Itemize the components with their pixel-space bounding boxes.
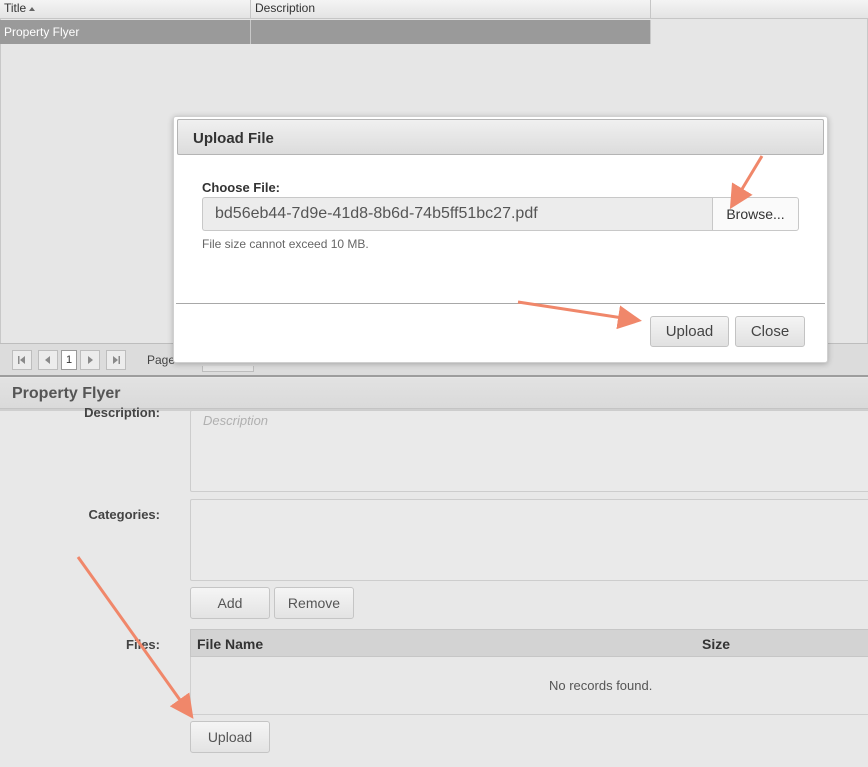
dialog-title: Upload File	[193, 130, 274, 147]
add-category-button[interactable]: Add	[190, 587, 270, 619]
sort-ascending-icon	[29, 6, 36, 11]
categories-list[interactable]	[190, 499, 868, 581]
page-size-input[interactable]	[202, 366, 254, 372]
next-page-button[interactable]	[80, 350, 100, 370]
column-header-title-label: Title	[4, 1, 27, 15]
last-page-icon	[113, 356, 120, 364]
column-header-description[interactable]: Description	[251, 0, 651, 19]
column-header-title[interactable]: Title	[0, 0, 251, 19]
row-title-cell: Property Flyer	[0, 20, 251, 44]
size-column[interactable]: Size	[702, 636, 730, 652]
previous-page-icon	[45, 356, 50, 364]
first-page-icon	[18, 356, 25, 364]
browse-button[interactable]: Browse...	[712, 197, 799, 231]
dialog-divider	[176, 303, 825, 304]
details-title: Property Flyer	[12, 385, 121, 402]
files-label: Files:	[126, 637, 160, 652]
row-description-cell	[251, 20, 651, 44]
current-page-number[interactable]: 1	[61, 350, 77, 370]
dialog-upload-button[interactable]: Upload	[650, 316, 729, 347]
file-size-hint: File size cannot exceed 10 MB.	[202, 237, 369, 251]
upload-file-button[interactable]: Upload	[190, 721, 270, 753]
dialog-close-button[interactable]: Close	[735, 316, 805, 347]
description-textarea[interactable]: Description	[190, 410, 868, 492]
categories-label: Categories:	[88, 507, 160, 522]
file-name-column[interactable]: File Name	[197, 636, 263, 652]
first-page-button[interactable]	[12, 350, 32, 370]
table-row[interactable]: Property Flyer	[0, 20, 651, 44]
file-path-input[interactable]: bd56eb44-7d9e-41d8-8b6d-74b5ff51bc27.pdf	[202, 197, 714, 231]
files-table-header: File Name Size	[190, 629, 868, 657]
grid-border	[0, 19, 1, 344]
previous-page-button[interactable]	[38, 350, 58, 370]
next-page-icon	[88, 356, 93, 364]
files-table-body: No records found.	[190, 657, 868, 715]
arrow-to-upload	[76, 556, 194, 719]
file-path-value: bd56eb44-7d9e-41d8-8b6d-74b5ff51bc27.pdf	[215, 205, 538, 222]
no-records-message: No records found.	[549, 678, 653, 693]
page-label: Page	[147, 353, 176, 367]
dialog-header: Upload File	[177, 119, 824, 155]
description-label: Description:	[84, 405, 160, 420]
column-header-description-label: Description	[255, 1, 316, 15]
grid-header: Title Description	[0, 0, 868, 19]
description-placeholder: Description	[203, 413, 269, 428]
choose-file-label: Choose File:	[202, 180, 281, 195]
remove-category-button[interactable]: Remove	[274, 587, 354, 619]
last-page-button[interactable]	[106, 350, 126, 370]
upload-file-dialog: Upload File Choose File: bd56eb44-7d9e-4…	[173, 116, 828, 363]
